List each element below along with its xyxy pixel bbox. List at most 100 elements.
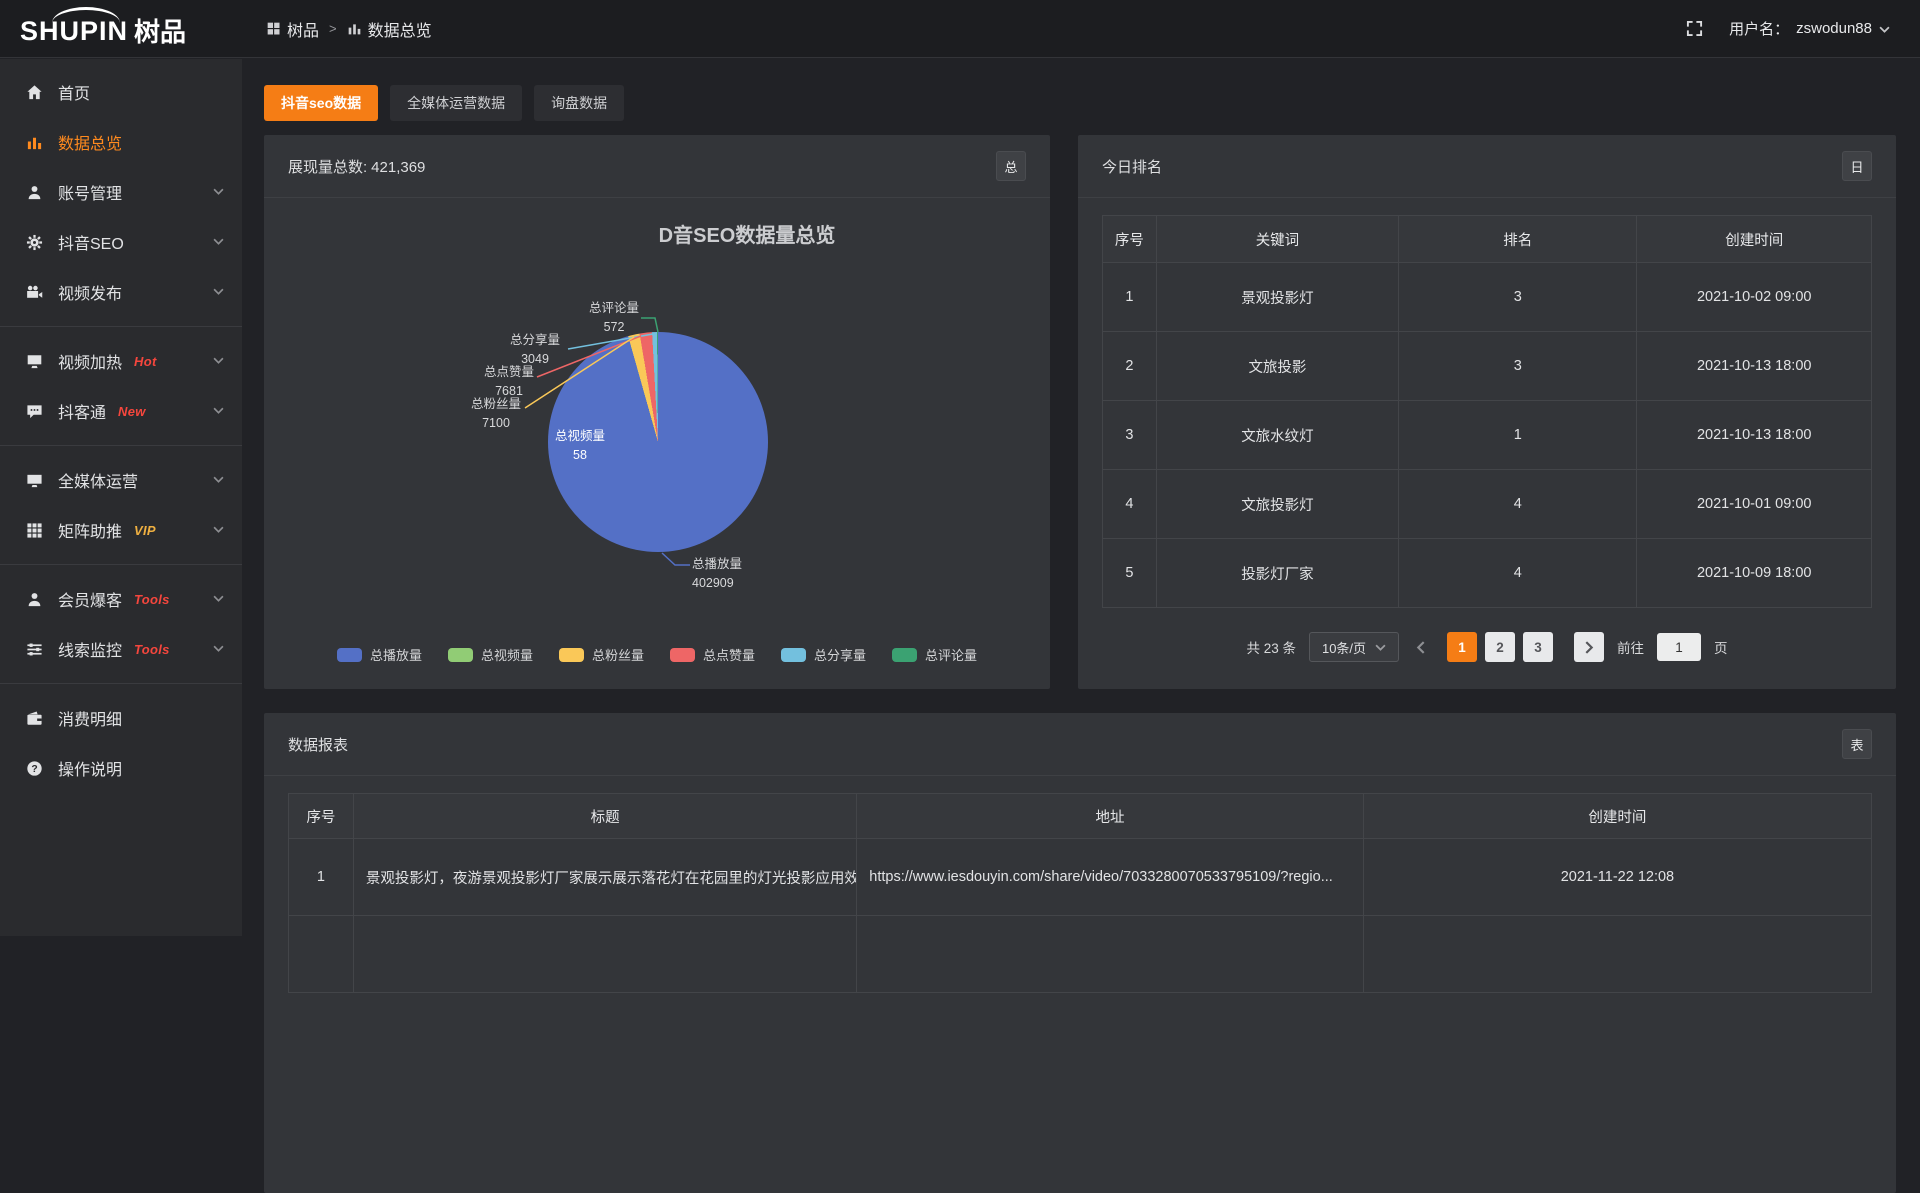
legend-item-3[interactable]: 总点赞量 — [670, 645, 755, 664]
sidebar-item-video-heating[interactable]: 视频加热 Hot — [0, 336, 242, 386]
pie-label-value: 58 — [542, 446, 618, 465]
table-cell: 1 — [289, 839, 354, 916]
sidebar-item-matrix-boost[interactable]: 矩阵助推 VIP — [0, 505, 242, 555]
next-page-button[interactable] — [1574, 632, 1604, 662]
breadcrumb-item-home[interactable]: 树品 — [266, 17, 319, 41]
svg-text:?: ? — [31, 764, 37, 775]
total-view-button[interactable]: 总 — [996, 151, 1026, 181]
sidebar-item-label: 会员爆客 — [58, 587, 122, 611]
chevron-down-icon — [213, 357, 224, 365]
question-icon: ? — [26, 760, 43, 777]
legend-swatch — [781, 648, 806, 662]
table-cell: 文旅投影灯 — [1156, 470, 1398, 539]
chevron-down-icon — [213, 238, 224, 246]
logo[interactable]: SHUPIN 树品 — [0, 0, 242, 57]
page-button-3[interactable]: 3 — [1523, 632, 1553, 662]
table-cell: 2 — [1103, 332, 1157, 401]
legend-item-4[interactable]: 总分享量 — [781, 645, 866, 664]
sidebar-item-doukertong[interactable]: 抖客通New — [0, 386, 242, 436]
sidebar-item-consumption-detail[interactable]: 消费明细 — [0, 693, 242, 743]
legend-item-1[interactable]: 总视频量 — [448, 645, 533, 664]
sidebar-item-lead-monitor[interactable]: 线索监控Tools — [0, 624, 242, 674]
gear-icon — [26, 234, 43, 251]
prev-page-button[interactable] — [1412, 641, 1430, 654]
chart-bar-icon — [26, 134, 43, 151]
legend-item-5[interactable]: 总评论量 — [892, 645, 977, 664]
table-cell: 景观投影灯，夜游景观投影灯厂家展示展示落花灯在花园里的灯光投影应用效果 # — [353, 839, 856, 916]
logo-text-cn: 树品 — [134, 19, 186, 57]
badge-hot: Hot — [134, 354, 157, 369]
pie-label-name: 总视频量 — [542, 427, 618, 446]
table-cell: 1 — [1103, 263, 1157, 332]
topbar: SHUPIN 树品 树品 > 数据总览 用户名：zswodun88 — [0, 0, 1920, 58]
table-row: 5投影灯厂家42021-10-09 18:00 — [1103, 539, 1872, 608]
chevron-down-icon — [213, 188, 224, 196]
pie-label-fans: 总粉丝量 7100 — [458, 395, 534, 433]
table-cell: 4 — [1399, 539, 1637, 608]
legend-item-2[interactable]: 总粉丝量 — [559, 645, 644, 664]
link-cell[interactable]: https://www.iesdouyin.com/share/video/70… — [857, 839, 1364, 916]
legend-swatch — [670, 648, 695, 662]
breadcrumb-label: 数据总览 — [368, 17, 432, 41]
table-cell — [1363, 916, 1871, 993]
chevron-down-icon — [213, 407, 224, 415]
ranking-panel: 今日排名 日 序号关键词排名创建时间1景观投影灯32021-10-02 09:0… — [1078, 135, 1896, 689]
sidebar-item-account-management[interactable]: 账号管理 — [0, 167, 242, 217]
tabs-row: 抖音seo数据全媒体运营数据询盘数据 — [264, 85, 1896, 121]
sidebar-item-label: 操作说明 — [58, 756, 122, 780]
overview-title-value: 421,369 — [371, 159, 425, 176]
sidebar-item-member-tools[interactable]: 会员爆客Tools — [0, 574, 242, 624]
report-table: 序号标题地址创建时间1景观投影灯，夜游景观投影灯厂家展示展示落花灯在花园里的灯光… — [288, 793, 1872, 993]
badge-vip: VIP — [134, 523, 156, 538]
pagination-total: 共 23 条 — [1246, 637, 1296, 657]
user-icon — [26, 184, 43, 201]
sidebar-item-label: 视频加热 — [58, 349, 122, 373]
comment-icon — [26, 403, 43, 420]
daily-view-button[interactable]: 日 — [1842, 151, 1872, 181]
breadcrumb-item-current[interactable]: 数据总览 — [347, 17, 432, 41]
table-cell: 1 — [1399, 401, 1637, 470]
sliders-icon — [26, 641, 43, 658]
table-view-button[interactable]: 表 — [1842, 729, 1872, 759]
sidebar-divider — [0, 564, 242, 565]
wallet-icon — [26, 710, 43, 727]
page-button-2[interactable]: 2 — [1485, 632, 1515, 662]
fullscreen-icon[interactable] — [1686, 20, 1703, 37]
sidebar-item-omni-media[interactable]: 全媒体运营 — [0, 455, 242, 505]
ranking-panel-title: 今日排名 — [1102, 156, 1162, 177]
chart-title: D音SEO数据量总览 — [659, 219, 836, 248]
legend-swatch — [448, 648, 473, 662]
sidebar-item-instructions[interactable]: ? 操作说明 — [0, 743, 242, 793]
breadcrumb-separator: > — [329, 21, 337, 36]
chart-legend: 总播放量 总视频量 总粉丝量 总点赞量 总分享量 总评论量 — [264, 645, 1050, 664]
page-size-select[interactable]: 10条/页 — [1309, 632, 1399, 662]
column-header: 排名 — [1399, 216, 1637, 263]
tab-inquiry-data[interactable]: 询盘数据 — [534, 85, 624, 121]
breadcrumb-label: 树品 — [287, 17, 319, 41]
sidebar-item-label: 消费明细 — [58, 706, 122, 730]
page-button-1[interactable]: 1 — [1447, 632, 1477, 662]
sidebar-item-video-publish[interactable]: 视频发布 — [0, 267, 242, 317]
overview-title-label: 展现量总数: — [288, 159, 367, 176]
goto-page-input[interactable] — [1657, 633, 1701, 661]
legend-item-0[interactable]: 总播放量 — [337, 645, 422, 664]
sidebar-item-data-overview[interactable]: 数据总览 — [0, 117, 242, 167]
legend-label: 总分享量 — [814, 645, 866, 664]
table-cell: 景观投影灯 — [1156, 263, 1398, 332]
table-row: 1景观投影灯，夜游景观投影灯厂家展示展示落花灯在花园里的灯光投影应用效果 #ht… — [289, 839, 1872, 916]
pagination: 共 23 条 10条/页 123 前往 页 — [1102, 632, 1872, 662]
column-header: 地址 — [857, 794, 1364, 839]
sidebar-item-douyin-seo[interactable]: 抖音SEO — [0, 217, 242, 267]
tab-omni-media-data[interactable]: 全媒体运营数据 — [390, 85, 522, 121]
column-header: 创建时间 — [1637, 216, 1872, 263]
table-cell: 3 — [1399, 263, 1637, 332]
sidebar-item-label: 矩阵助推 — [58, 518, 122, 542]
tab-douyin-seo-data[interactable]: 抖音seo数据 — [264, 85, 378, 121]
table-cell: 5 — [1103, 539, 1157, 608]
table-cell: 2021-10-09 18:00 — [1637, 539, 1872, 608]
page-buttons: 123 — [1443, 632, 1557, 662]
sidebar-item-home[interactable]: 首页 — [0, 67, 242, 117]
user-menu[interactable]: 用户名：zswodun88 — [1729, 18, 1890, 39]
column-header: 序号 — [1103, 216, 1157, 263]
report-panel: 数据报表 表 序号标题地址创建时间1景观投影灯，夜游景观投影灯厂家展示展示落花灯… — [264, 713, 1896, 1193]
